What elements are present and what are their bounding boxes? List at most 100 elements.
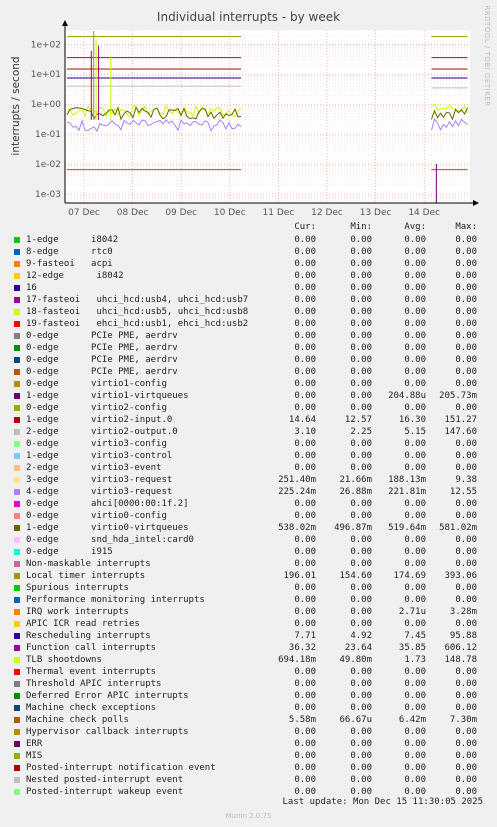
legend-value-cur: 36.32 <box>288 643 316 653</box>
legend-swatch <box>14 453 20 459</box>
legend-value-cur: 0.00 <box>294 367 316 377</box>
legend-value-min: 496.87m <box>334 523 372 533</box>
legend-swatch <box>14 597 20 603</box>
legend-row: Local timer interrupts 196.01 154.60 174.69… <box>0 570 497 582</box>
legend-swatch <box>14 609 20 615</box>
legend-value-min: 0.00 <box>350 679 372 689</box>
legend-value-cur: 0.00 <box>294 403 316 413</box>
legend-swatch <box>14 717 20 723</box>
legend-swatch <box>14 477 20 483</box>
legend-value-cur: 0.00 <box>294 499 316 509</box>
x-tick-label: 09 Dec <box>165 208 197 218</box>
legend-swatch <box>14 237 20 243</box>
legend-value-min: 0.00 <box>350 739 372 749</box>
legend-row: 0-edge ahci[0000:00:1f.2] 0.00 0.00 0.00 0.0… <box>0 498 497 510</box>
legend-swatch <box>14 249 20 255</box>
legend-value-cur: 0.00 <box>294 547 316 557</box>
legend-series-name: 0-edge PCIe PME, aerdrv <box>26 355 178 365</box>
legend-row: 8-edge rtc0 0.00 0.00 0.00 0.00 <box>0 246 497 258</box>
legend-series-name: ERR <box>26 739 43 749</box>
legend-value-min: 21.66m <box>339 475 372 485</box>
legend-value-max: 0.00 <box>455 247 477 257</box>
legend-swatch <box>14 693 20 699</box>
legend-value-max: 95.88 <box>449 631 477 641</box>
legend-series-name: MIS <box>26 751 43 761</box>
legend-value-cur: 0.00 <box>294 619 316 629</box>
legend-series-name: 0-edge i915 <box>26 547 113 557</box>
legend-value-min: 49.80m <box>339 655 372 665</box>
y-tick-label: 1e+02 <box>31 40 61 50</box>
legend-series-name: Hypervisor callback interrupts <box>26 727 189 737</box>
legend-value-max: 581.02m <box>439 523 477 533</box>
legend-series-name: Machine check exceptions <box>26 703 157 713</box>
legend-series-name: 16 <box>26 283 37 293</box>
legend-row: 0-edge snd_hda_intel:card0 0.00 0.00 0.00 0.… <box>0 534 497 546</box>
legend-value-cur: 225.24m <box>278 487 316 497</box>
legend-swatch <box>14 777 20 783</box>
legend-swatch <box>14 297 20 303</box>
legend-value-cur: 0.00 <box>294 319 316 329</box>
legend-swatch <box>14 321 20 327</box>
legend-swatch <box>14 765 20 771</box>
legend-series-name: 0-edge PCIe PME, aerdrv <box>26 343 178 353</box>
legend-value-min: 0.00 <box>350 439 372 449</box>
legend-swatch <box>14 417 20 423</box>
legend-row: Hypervisor callback interrupts 0.00 0.00 0.… <box>0 726 497 738</box>
legend-series-name: 3-edge virtio3-request <box>26 475 173 485</box>
legend-value-min: 0.00 <box>350 295 372 305</box>
legend-value-cur: 694.18m <box>278 655 316 665</box>
legend-row: 1-edge virtio1-virtqueues 0.00 0.00 204.88u… <box>0 390 497 402</box>
legend-value-min: 0.00 <box>350 355 372 365</box>
legend-series-name: 0-edge virtio2-config <box>26 403 167 413</box>
legend-swatch <box>14 669 20 675</box>
x-tick-label: 13 Dec <box>360 208 392 218</box>
legend-value-cur: 0.00 <box>294 451 316 461</box>
legend-value-min: 0.00 <box>350 271 372 281</box>
legend-value-min: 0.00 <box>350 391 372 401</box>
y-tick-label: 1e+00 <box>31 100 62 110</box>
legend-swatch <box>14 333 20 339</box>
legend-series-name: 0-edge snd_hda_intel:card0 <box>26 535 194 545</box>
legend-value-max: 7.30m <box>449 715 477 725</box>
legend-value-cur: 0.00 <box>294 583 316 593</box>
legend-row: Threshold APIC interrupts 0.00 0.00 0.00 0.0… <box>0 678 497 690</box>
legend-value-max: 0.00 <box>455 763 477 773</box>
legend-row: 19-fasteoi ehci_hcd:usb1, ehci_hcd:usb2 0… <box>0 318 497 330</box>
legend-swatch <box>14 429 20 435</box>
legend-value-max: 0.00 <box>455 703 477 713</box>
legend-value-cur: 0.00 <box>294 355 316 365</box>
legend-swatch <box>14 405 20 411</box>
legend-series-name: IRQ work interrupts <box>26 607 129 617</box>
legend-value-cur: 0.00 <box>294 331 316 341</box>
legend-value-max: 0.00 <box>455 511 477 521</box>
legend-series-name: 9-fasteoi acpi <box>26 259 113 269</box>
legend-value-cur: 0.00 <box>294 703 316 713</box>
legend-value-max: 0.00 <box>455 667 477 677</box>
legend-value-min: 26.88m <box>339 487 372 497</box>
legend-value-cur: 0.00 <box>294 343 316 353</box>
legend-series-name: 1-edge i8042 <box>26 235 119 245</box>
legend-value-min: 0.00 <box>350 775 372 785</box>
legend-value-cur: 0.00 <box>294 595 316 605</box>
legend-value-min: 0.00 <box>350 751 372 761</box>
column-header-max: Max: <box>455 222 477 232</box>
legend-value-cur: 196.01 <box>283 571 316 581</box>
legend-value-cur: 0.00 <box>294 379 316 389</box>
legend-swatch <box>14 645 20 651</box>
legend-value-cur: 0.00 <box>294 775 316 785</box>
legend-series-name: 1-edge virtio2-input.0 <box>26 415 173 425</box>
legend-series-name: Machine check polls <box>26 715 129 725</box>
legend-value-max: 0.00 <box>455 259 477 269</box>
legend-value-max: 0.00 <box>455 343 477 353</box>
legend-value-min: 0.00 <box>350 307 372 317</box>
legend-value-max: 0.00 <box>455 295 477 305</box>
legend-value-max: 0.00 <box>455 451 477 461</box>
legend-value-min: 0.00 <box>350 583 372 593</box>
legend-value-min: 0.00 <box>350 727 372 737</box>
chart-plot: 1e-03 1e-02 1e-01 1e+00 1e+01 1e+02 07 Dec 08 D… <box>31 20 479 218</box>
y-axis-arrow <box>62 20 68 26</box>
legend-value-max: 0.00 <box>455 559 477 569</box>
y-tick-label: 1e+01 <box>31 70 61 80</box>
legend-series-name: Performance monitoring interrupts <box>26 595 205 605</box>
legend-series-name: 8-edge rtc0 <box>26 247 113 257</box>
